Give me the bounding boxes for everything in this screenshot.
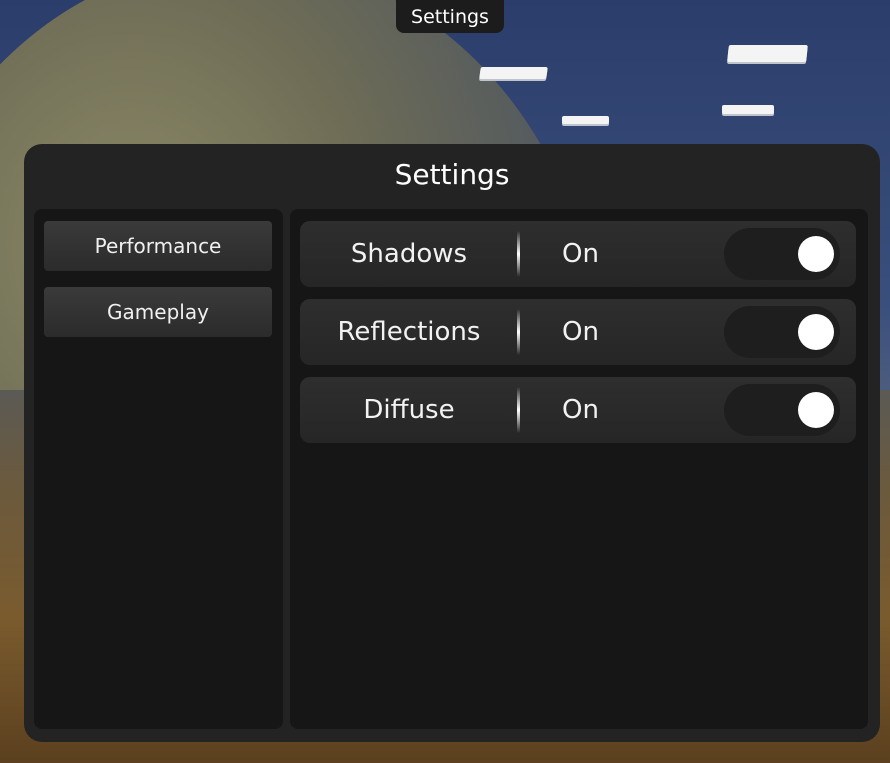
setting-divider [517, 309, 520, 355]
toggle-knob [798, 392, 834, 428]
setting-row-diffuse: Diffuse On [300, 377, 856, 443]
settings-content: Shadows On Reflections On Diffuse On [290, 209, 868, 729]
setting-row-shadows: Shadows On [300, 221, 856, 287]
ceiling-light [562, 116, 609, 124]
settings-sidebar: Performance Gameplay [34, 209, 283, 729]
setting-value: On [562, 239, 599, 269]
diffuse-toggle[interactable] [724, 384, 840, 436]
panel-title: Settings [394, 158, 510, 191]
setting-name: Reflections [337, 317, 481, 347]
settings-tab-button[interactable]: Settings [396, 0, 504, 33]
ceiling-light [727, 45, 808, 62]
sidebar-item-label: Performance [94, 234, 222, 258]
sidebar-item-gameplay[interactable]: Gameplay [44, 287, 272, 337]
setting-name: Diffuse [363, 395, 455, 425]
sidebar-item-performance[interactable]: Performance [44, 221, 272, 271]
setting-value: On [562, 317, 599, 347]
ceiling-light [479, 67, 548, 79]
sidebar-item-label: Gameplay [107, 300, 209, 324]
setting-row-reflections: Reflections On [300, 299, 856, 365]
shadows-toggle[interactable] [724, 228, 840, 280]
toggle-knob [798, 236, 834, 272]
setting-divider [517, 231, 520, 277]
setting-divider [517, 387, 520, 433]
setting-value: On [562, 395, 599, 425]
settings-tab-label: Settings [411, 5, 489, 28]
setting-name: Shadows [350, 239, 468, 269]
reflections-toggle[interactable] [724, 306, 840, 358]
ceiling-light [722, 105, 774, 114]
toggle-knob [798, 314, 834, 350]
settings-panel: Settings Performance Gameplay Shadows On… [24, 144, 880, 742]
